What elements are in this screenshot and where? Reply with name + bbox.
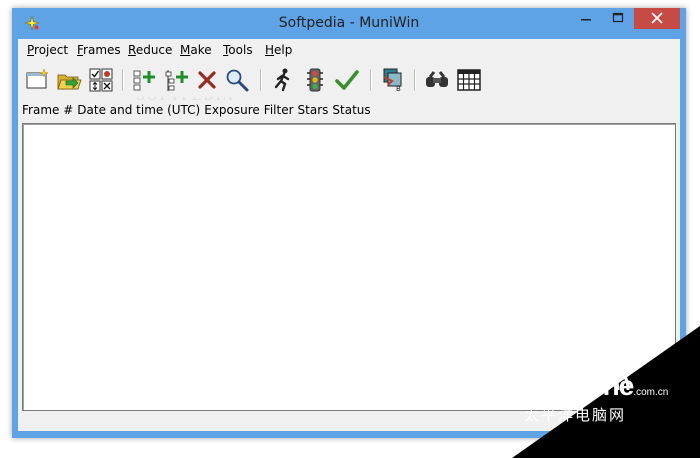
- express-reduction-icon: [274, 68, 290, 92]
- toolbar-separator: [122, 69, 123, 91]
- check-button[interactable]: [334, 67, 360, 93]
- menu-accel: H: [265, 43, 275, 57]
- traffic-light-button[interactable]: [302, 67, 328, 93]
- pconline-suffix: .com.cn: [633, 387, 669, 398]
- find-variable-icon: [426, 71, 448, 87]
- add-frames-icon: [133, 70, 155, 91]
- show-frame-icon: [226, 69, 249, 92]
- minimize-icon: [581, 19, 591, 21]
- menu-accel: P: [27, 43, 35, 57]
- project-settings-button[interactable]: [88, 67, 114, 93]
- menu-label: ake: [190, 43, 212, 57]
- menu-label: rames: [83, 43, 121, 57]
- minimize-button[interactable]: [572, 8, 600, 29]
- column-header-exposure[interactable]: Exposure: [204, 103, 260, 117]
- menu-label: educe: [135, 43, 173, 57]
- calendar-table-button[interactable]: [456, 67, 482, 93]
- maximize-button[interactable]: [604, 8, 632, 29]
- menu-frames[interactable]: Frames: [77, 43, 121, 57]
- toolbar-separator: [260, 69, 261, 91]
- open-project-button[interactable]: [56, 67, 82, 93]
- make-catalog-icon: B: [383, 68, 402, 93]
- column-header-frame[interactable]: Frame #: [22, 103, 73, 117]
- menu-bar: Project Frames Reduce Make Tools Help: [18, 39, 680, 61]
- menu-project[interactable]: Project: [27, 43, 68, 57]
- menu-label: roject: [34, 43, 69, 57]
- column-header-filter[interactable]: Filter: [264, 103, 294, 117]
- new-project-icon: [26, 68, 49, 89]
- menu-make[interactable]: Make: [180, 43, 212, 57]
- add-individual-frames-icon: [165, 70, 188, 91]
- toolbar: B: [18, 61, 680, 97]
- list-column-headers: Frame # Date and time (UTC) Exposure Filter…: [22, 103, 375, 119]
- find-variable-button[interactable]: [424, 67, 450, 93]
- svg-text:B: B: [396, 85, 401, 93]
- column-header-status[interactable]: Status: [332, 103, 370, 117]
- close-icon: [651, 12, 663, 24]
- menu-accel: M: [180, 43, 191, 57]
- toolbar-separator: [370, 69, 371, 91]
- menu-label: ools: [228, 43, 253, 57]
- maximize-icon: [612, 12, 624, 23]
- menu-accel: R: [128, 43, 136, 57]
- menu-reduce[interactable]: Reduce: [128, 43, 172, 57]
- checkmark-icon: [335, 70, 359, 90]
- menu-label: elp: [274, 43, 293, 57]
- menu-tools[interactable]: Tools: [223, 43, 253, 57]
- pconline-brand: PConline: [520, 370, 634, 401]
- remove-frames-button[interactable]: [194, 67, 220, 93]
- column-header-date-time[interactable]: Date and time (UTC): [77, 103, 200, 117]
- open-project-icon: [57, 74, 82, 90]
- project-settings-icon: [89, 68, 113, 92]
- close-button[interactable]: [634, 8, 680, 29]
- traffic-light-icon: [307, 68, 323, 92]
- title-bar[interactable]: Softpedia - MuniWin: [12, 8, 686, 38]
- column-header-stars[interactable]: Stars: [298, 103, 329, 117]
- add-individual-frames-button[interactable]: [164, 67, 190, 93]
- calendar-table-icon: [457, 69, 481, 91]
- add-frames-button[interactable]: [132, 67, 158, 93]
- pconline-brand-text: PConline.com.cn: [520, 370, 668, 402]
- remove-frames-icon: [198, 71, 216, 89]
- pconline-chinese-text: 太平洋电脑网: [524, 406, 627, 424]
- toolbar-separator: [414, 69, 415, 91]
- make-catalog-button[interactable]: B: [380, 67, 406, 93]
- express-reduction-button[interactable]: [270, 67, 296, 93]
- menu-help[interactable]: Help: [265, 43, 292, 57]
- new-project-button[interactable]: [24, 67, 50, 93]
- show-frame-button[interactable]: [224, 67, 250, 93]
